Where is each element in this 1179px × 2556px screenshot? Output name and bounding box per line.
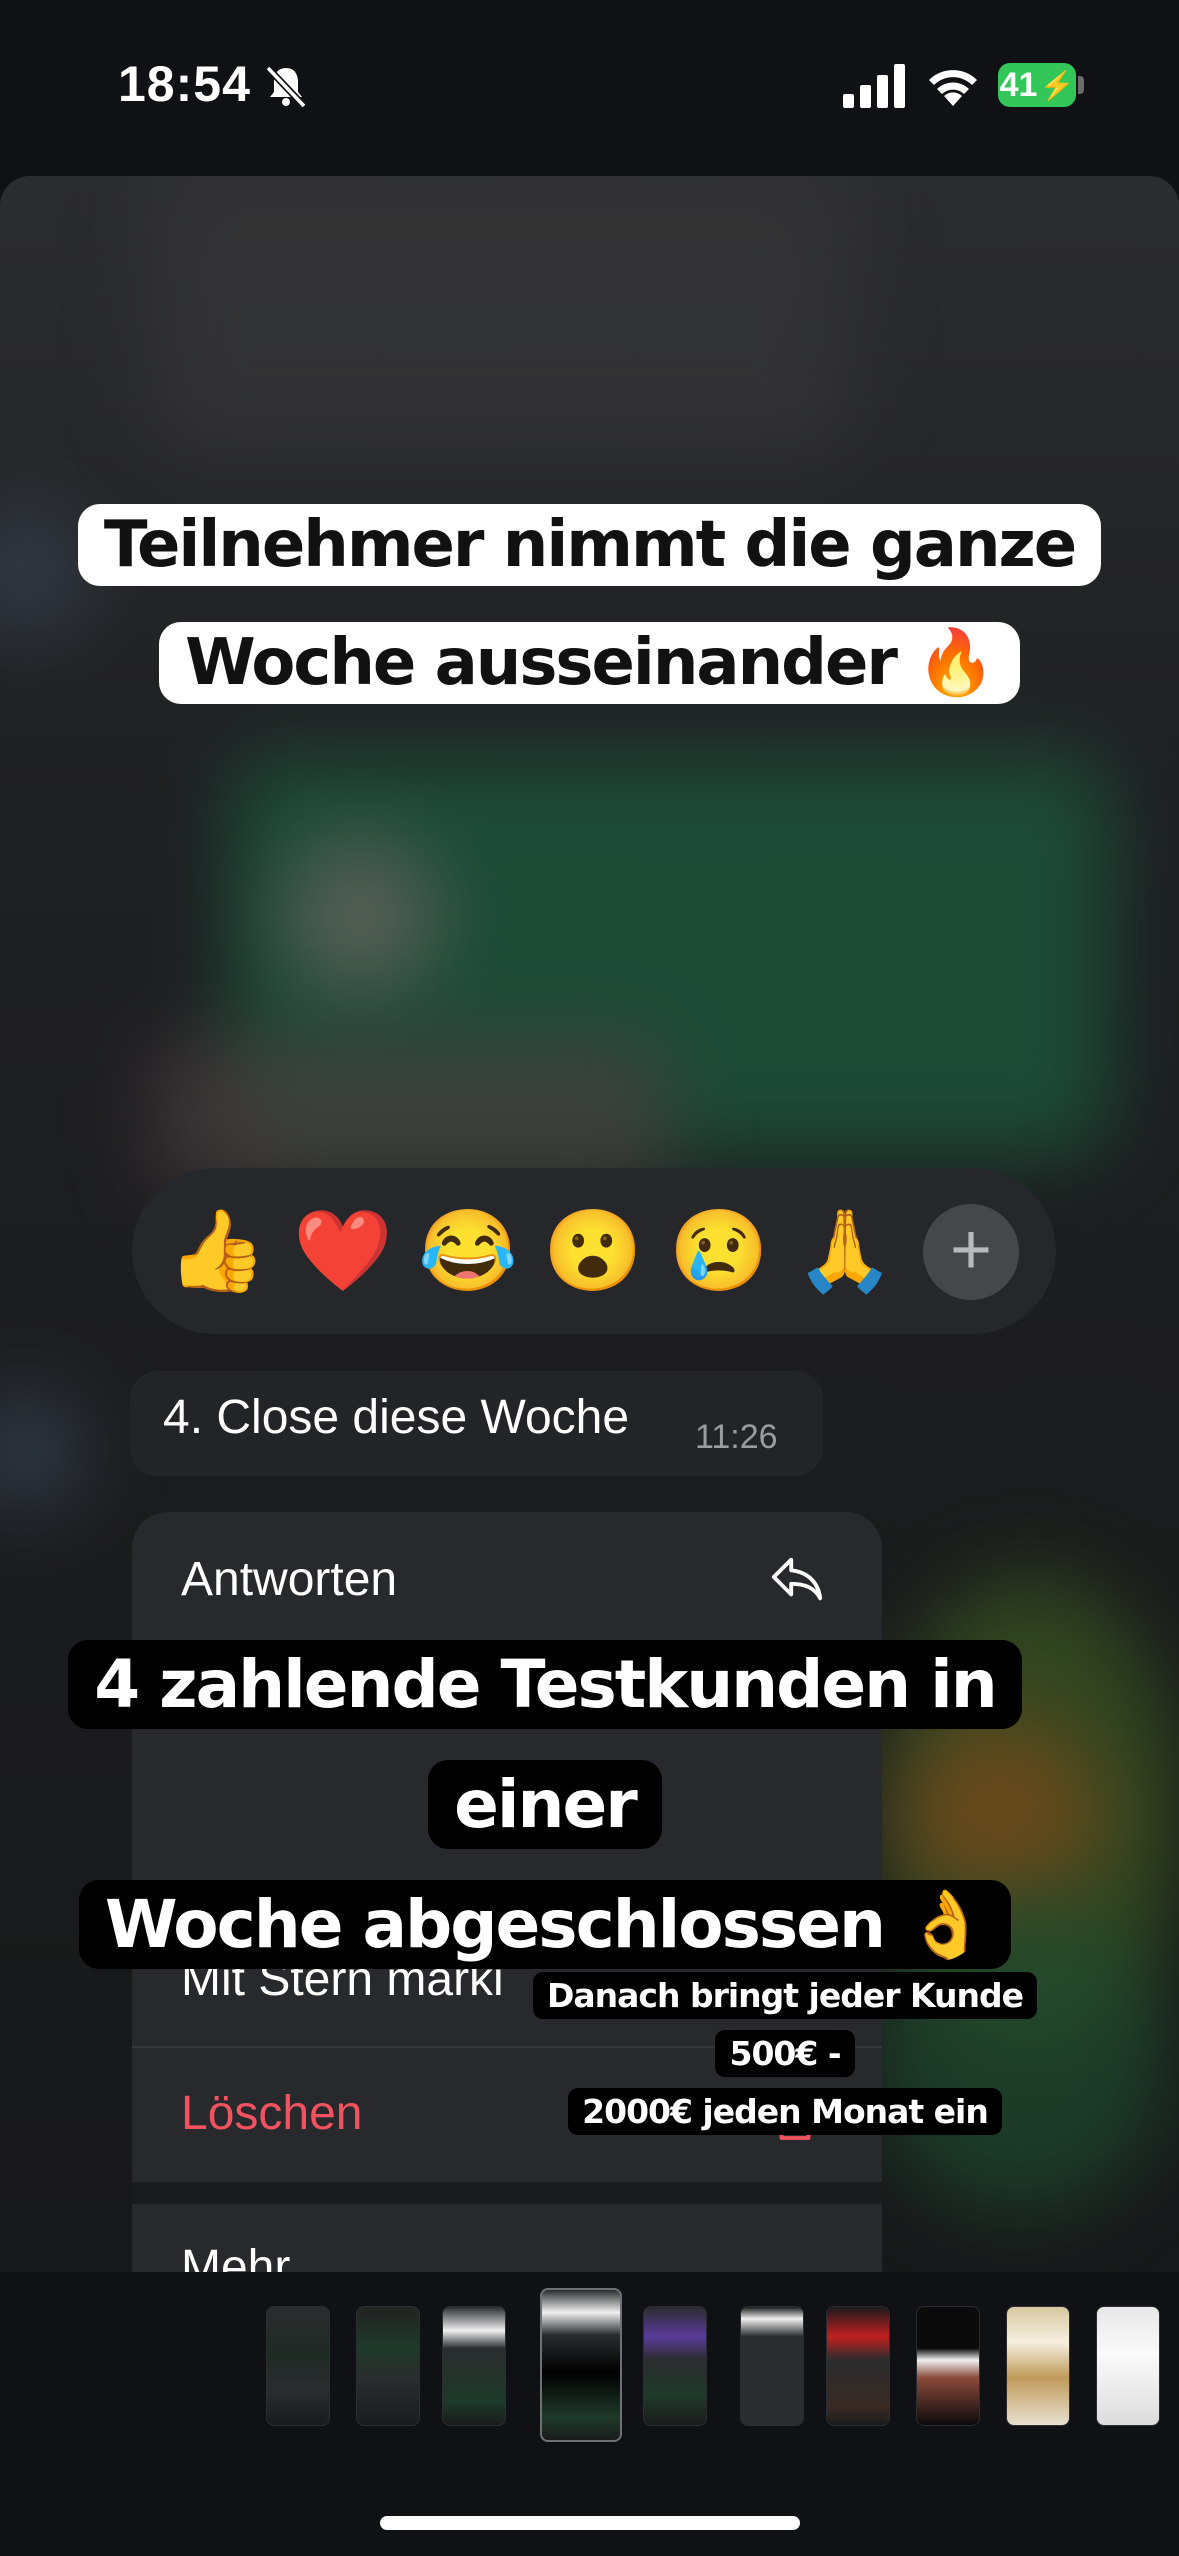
- story-thumbnail-current[interactable]: [540, 2288, 622, 2442]
- menu-group-gap: [132, 2182, 882, 2204]
- reaction-thumbs-up[interactable]: 👍: [162, 1196, 272, 1306]
- caption-top-line1: Teilnehmer nimmt die ganze: [77, 504, 1102, 586]
- home-indicator[interactable]: [380, 2516, 800, 2530]
- story-thumbnail[interactable]: [266, 2306, 330, 2426]
- reply-icon: [771, 1557, 823, 1601]
- reaction-laughing[interactable]: 😂: [413, 1196, 523, 1306]
- reaction-pray[interactable]: 🙏: [790, 1196, 900, 1306]
- story-thumbnail[interactable]: [1096, 2306, 1160, 2426]
- plus-icon: +: [949, 1210, 993, 1290]
- caption-small-line1: Danach bringt jeder Kunde 500€ -: [533, 1972, 1037, 2077]
- caption-mid-line1: 4 zahlende Testkunden in einer: [68, 1640, 1022, 1849]
- blur-shape: [0, 1386, 90, 1516]
- status-bar: 18:54 41 ⚡: [0, 0, 1179, 175]
- add-reaction-button[interactable]: +: [923, 1204, 1019, 1300]
- battery-charging-icon: 41 ⚡: [998, 63, 1076, 107]
- blur-shape: [150, 176, 850, 456]
- reaction-crying[interactable]: 😢: [664, 1196, 774, 1306]
- story-thumbnail[interactable]: [916, 2306, 980, 2426]
- reaction-heart[interactable]: ❤️: [288, 1196, 398, 1306]
- reaction-surprised[interactable]: 😮: [538, 1196, 648, 1306]
- story-thumbnail[interactable]: [356, 2306, 420, 2426]
- story-caption-middle: 4 zahlende Testkunden in einer Woche abg…: [0, 1625, 1090, 1985]
- wifi-icon: [929, 70, 977, 106]
- battery-cap: [1078, 76, 1084, 94]
- story-thumbnail[interactable]: [740, 2306, 804, 2426]
- story-thumbnail[interactable]: [826, 2306, 890, 2426]
- story-thumbnail[interactable]: [643, 2306, 707, 2426]
- story-caption-small: Danach bringt jeder Kunde 500€ - 2000€ j…: [510, 1967, 1060, 2141]
- message-time: 11:26: [695, 1418, 778, 1456]
- story-thumbnail[interactable]: [1006, 2306, 1070, 2426]
- bell-slash-icon: [265, 65, 307, 109]
- story-caption-top: Teilnehmer nimmt die ganze Woche aussein…: [0, 486, 1179, 722]
- message-text: 4. Close diese Woche: [163, 1391, 630, 1444]
- battery-level: 41: [999, 65, 1038, 104]
- cellular-signal-icon: [843, 64, 905, 108]
- caption-small-line2: 2000€ jeden Monat ein: [568, 2088, 1002, 2135]
- story-thumbnail[interactable]: [442, 2306, 506, 2426]
- caption-top-line2: Woche ausseinander 🔥: [159, 622, 1020, 704]
- blur-shape: [280, 836, 440, 996]
- caption-mid-line2: Woche abgeschlossen 👌: [78, 1880, 1012, 1969]
- status-time: 18:54: [118, 56, 251, 112]
- menu-item-delete[interactable]: Löschen: [181, 2086, 362, 2141]
- menu-item-reply[interactable]: Antworten: [181, 1552, 397, 1607]
